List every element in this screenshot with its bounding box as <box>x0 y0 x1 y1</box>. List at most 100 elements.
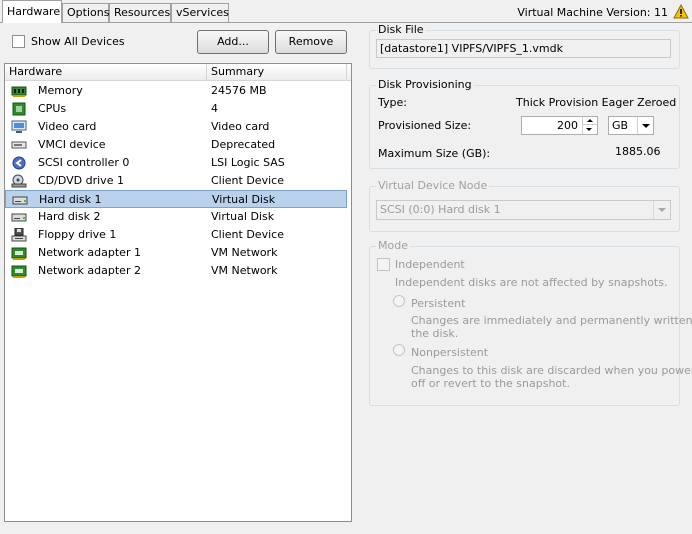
spin-down-button[interactable] <box>583 126 597 134</box>
size-unit-value: GB <box>612 119 629 132</box>
warning-icon <box>673 4 689 19</box>
device-name: Hard disk 2 <box>38 210 101 223</box>
device-summary: Video card <box>211 120 270 133</box>
show-all-devices-checkbox[interactable] <box>12 35 25 48</box>
spin-up-icon <box>587 119 593 122</box>
provisioned-size-label: Provisioned Size: <box>378 119 472 132</box>
device-row-network-adapter-1[interactable]: Network adapter 1 VM Network <box>5 244 347 262</box>
column-header-summary[interactable]: Summary <box>207 64 347 81</box>
tab-options[interactable]: Options <box>62 3 109 22</box>
device-name: Memory <box>38 84 83 97</box>
tab-resources[interactable]: Resources <box>109 3 171 22</box>
floppy-drive-icon <box>11 228 27 242</box>
tab-hardware-label: Hardware <box>7 5 61 18</box>
device-name: CD/DVD drive 1 <box>38 174 124 187</box>
scsi-controller-icon <box>12 156 26 170</box>
hardware-list: Hardware Summary Memory 24576 MB CPUs 4 … <box>4 63 352 522</box>
independent-checkbox[interactable] <box>377 258 390 271</box>
tab-divider <box>0 22 692 23</box>
tab-hardware[interactable]: Hardware <box>2 0 62 23</box>
tab-strip: Hardware Options Resources vServices Vir… <box>0 0 692 24</box>
device-name: Network adapter 2 <box>38 264 141 277</box>
device-summary: 4 <box>211 102 218 115</box>
device-summary: VM Network <box>211 264 278 277</box>
tab-vservices[interactable]: vServices <box>171 3 229 22</box>
device-row-cpus[interactable]: CPUs 4 <box>5 100 347 118</box>
device-summary: LSI Logic SAS <box>211 156 285 169</box>
device-row-hard-disk-2[interactable]: Hard disk 2 Virtual Disk <box>5 208 347 226</box>
nonpersistent-label: Nonpersistent <box>411 346 489 359</box>
size-unit-select[interactable]: GB <box>608 116 654 135</box>
max-size-value: 1885.06 <box>615 145 661 158</box>
device-row-video-card[interactable]: Video card Video card <box>5 118 347 136</box>
persistent-label: Persistent <box>411 297 466 310</box>
device-summary: Client Device <box>211 228 284 241</box>
provisioned-size-value: 200 <box>557 119 578 132</box>
unit-dropdown-button[interactable] <box>637 117 653 134</box>
device-summary: VM Network <box>211 246 278 259</box>
cpu-icon <box>12 102 26 116</box>
cd-dvd-drive-icon <box>11 174 27 188</box>
device-name: CPUs <box>38 102 67 115</box>
device-row-floppy-drive-1[interactable]: Floppy drive 1 Client Device <box>5 226 347 244</box>
column-header-hardware[interactable]: Hardware <box>5 64 207 81</box>
device-name: Hard disk 1 <box>39 193 102 206</box>
device-summary: Virtual Disk <box>212 193 276 206</box>
hard-disk-icon <box>12 196 28 205</box>
max-size-label: Maximum Size (GB): <box>378 147 491 160</box>
disk-provisioning-legend: Disk Provisioning <box>376 78 474 91</box>
device-row-network-adapter-2[interactable]: Network adapter 2 VM Network <box>5 262 347 280</box>
vm-version: Virtual Machine Version: 11 <box>517 6 668 19</box>
add-button[interactable]: Add... <box>197 30 269 54</box>
disk-file-legend: Disk File <box>376 23 426 36</box>
disk-file-group: Disk File [datastore1] VIPFS/VIPFS_1.vmd… <box>369 23 680 69</box>
persistent-radio[interactable] <box>393 295 405 307</box>
device-name: Video card <box>38 120 97 133</box>
mode-group: Mode Independent Independent disks are n… <box>369 239 692 406</box>
virtual-device-node-select[interactable]: SCSI (0:0) Hard disk 1 <box>376 200 671 220</box>
device-name: VMCI device <box>38 138 106 151</box>
virtual-device-node-dropdown-button[interactable] <box>653 201 670 219</box>
nonpersistent-description-line-1: Changes to this disk are discarded when … <box>411 364 692 377</box>
type-value: Thick Provision Eager Zeroed <box>516 96 677 109</box>
device-summary: 24576 MB <box>211 84 267 97</box>
tab-vservices-label: vServices <box>176 6 229 19</box>
provisioned-size-spinner[interactable] <box>582 117 597 134</box>
device-summary: Deprecated <box>211 138 276 151</box>
show-all-devices-label: Show All Devices <box>31 35 125 48</box>
vmci-device-icon <box>11 141 27 149</box>
list-header: Hardware Summary <box>5 64 351 81</box>
virtual-device-node-value: SCSI (0:0) Hard disk 1 <box>380 203 501 216</box>
device-row-hard-disk-1[interactable]: Hard disk 1 Virtual Disk <box>5 190 347 208</box>
device-summary: Client Device <box>211 174 284 187</box>
virtual-device-node-group: Virtual Device Node SCSI (0:0) Hard disk… <box>369 179 680 232</box>
device-row-cd-dvd-drive-1[interactable]: CD/DVD drive 1 Client Device <box>5 172 347 190</box>
video-card-icon <box>11 120 27 133</box>
tab-options-label: Options <box>67 6 110 19</box>
device-row-scsi-controller-0[interactable]: SCSI controller 0 LSI Logic SAS <box>5 154 347 172</box>
provisioned-size-input[interactable]: 200 <box>521 116 598 135</box>
spin-up-button[interactable] <box>583 117 597 125</box>
memory-icon <box>11 86 27 97</box>
hard-disk-icon <box>11 213 27 222</box>
tab-resources-label: Resources <box>114 6 171 19</box>
device-summary: Virtual Disk <box>211 210 275 223</box>
nonpersistent-radio[interactable] <box>393 344 405 356</box>
chevron-down-icon <box>658 208 666 212</box>
independent-description: Independent disks are not affected by sn… <box>395 276 668 289</box>
remove-button[interactable]: Remove <box>275 30 347 54</box>
device-name: Network adapter 1 <box>38 246 141 259</box>
type-label: Type: <box>378 96 407 109</box>
device-row-vmci-device[interactable]: VMCI device Deprecated <box>5 136 347 154</box>
virtual-device-node-legend: Virtual Device Node <box>376 179 490 192</box>
network-adapter-icon <box>11 247 27 260</box>
independent-label: Independent <box>395 258 465 271</box>
mode-legend: Mode <box>376 239 410 252</box>
device-row-memory[interactable]: Memory 24576 MB <box>5 82 347 100</box>
persistent-description-line-1: Changes are immediately and permanently … <box>411 314 692 327</box>
disk-file-path: [datastore1] VIPFS/VIPFS_1.vmdk <box>376 39 671 58</box>
nonpersistent-description-line-2: off or revert to the snapshot. <box>411 377 570 390</box>
persistent-description-line-2: the disk. <box>411 327 459 340</box>
device-name: SCSI controller 0 <box>38 156 130 169</box>
disk-provisioning-group: Disk Provisioning Type: Thick Provision … <box>369 78 680 169</box>
